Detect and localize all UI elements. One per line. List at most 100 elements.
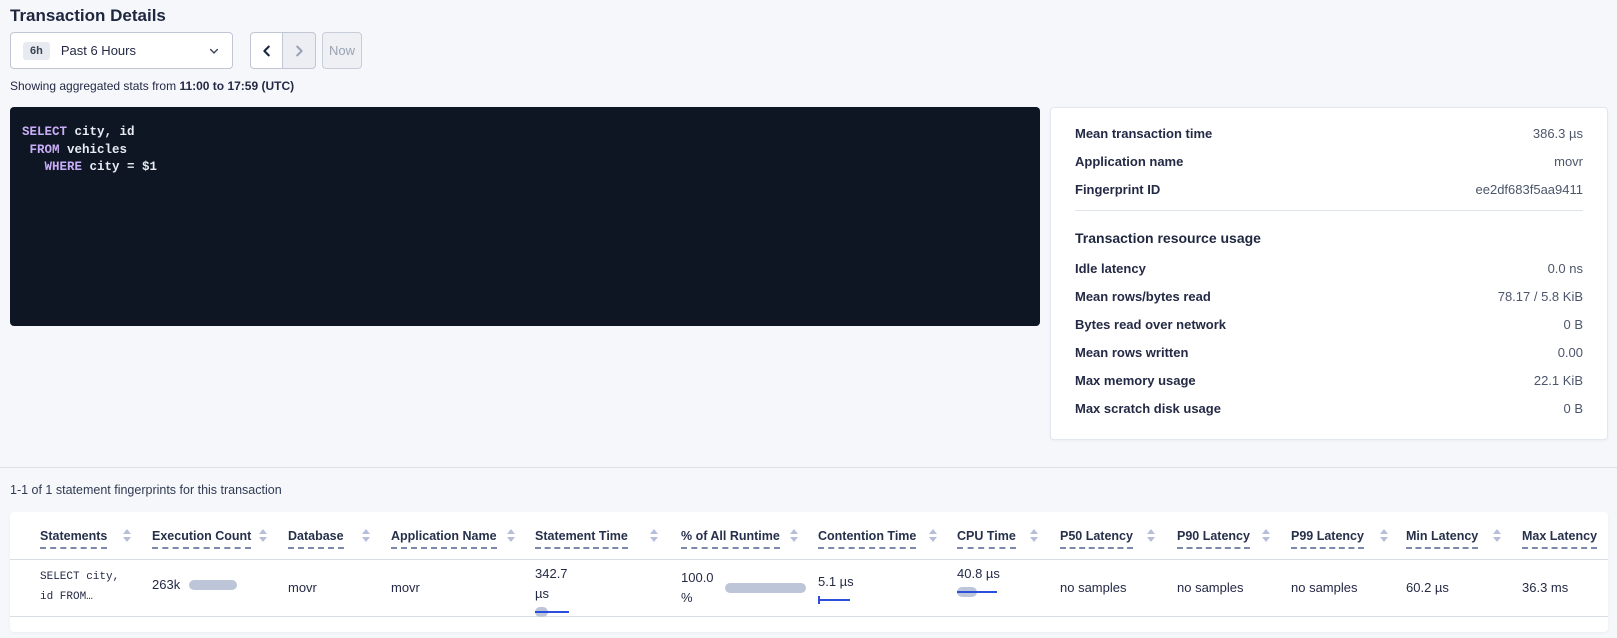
column-header-database[interactable]: Database	[288, 527, 344, 545]
column-header-statement_time[interactable]: Statement Time	[535, 527, 628, 545]
column-header-label: Min Latency	[1406, 529, 1478, 549]
now-button[interactable]: Now	[322, 32, 362, 69]
execution-count-value: 263k	[152, 575, 180, 595]
summary-value: movr	[1554, 154, 1583, 169]
next-interval-button[interactable]	[283, 32, 316, 69]
time-range-badge: 6h	[23, 42, 50, 60]
resource-value: 22.1 KiB	[1534, 373, 1583, 388]
sort-arrows-icon[interactable]	[1380, 529, 1389, 542]
table-header-row: Statements Execution Count Database Applica…	[10, 512, 1608, 560]
resource-label: Idle latency	[1075, 261, 1146, 276]
resource-value: 0 B	[1563, 317, 1583, 332]
cell-p50-latency: no samples	[1060, 580, 1126, 595]
sort-arrows-icon[interactable]	[259, 529, 268, 542]
transaction-details-page: Transaction Details 6h Past 6 Hours Now …	[0, 0, 1617, 638]
column-header-application_name[interactable]: Application Name	[391, 527, 497, 545]
column-header-min_latency[interactable]: Min Latency	[1406, 527, 1478, 545]
column-header-label: P99 Latency	[1291, 529, 1364, 549]
resource-row: Idle latency 0.0 ns	[1075, 261, 1583, 276]
sql-code: SELECT city, id FROM vehicles WHERE city…	[22, 124, 1028, 177]
column-header-cpu_time[interactable]: CPU Time	[957, 527, 1016, 545]
resource-row: Max memory usage 22.1 KiB	[1075, 373, 1583, 388]
table-row[interactable]: SELECT city, id FROM… 263k movr movr 342…	[10, 560, 1608, 617]
resource-label: Max scratch disk usage	[1075, 401, 1221, 416]
page-title: Transaction Details	[10, 6, 166, 26]
column-header-p99_latency[interactable]: P99 Latency	[1291, 527, 1364, 545]
sql-line: FROM vehicles	[22, 142, 1028, 160]
summary-row: Mean transaction time 386.3 µs	[1075, 126, 1583, 141]
column-header-label: Statements	[40, 529, 107, 549]
summary-value: ee2df683f5aa9411	[1476, 182, 1583, 197]
sort-arrows-icon[interactable]	[362, 529, 371, 542]
resource-value: 78.17 / 5.8 KiB	[1498, 289, 1583, 304]
column-header-label: Statement Time	[535, 529, 628, 549]
column-header-p50_latency[interactable]: P50 Latency	[1060, 527, 1133, 545]
column-header-label: Database	[288, 529, 344, 549]
bar-blue	[957, 591, 997, 593]
resource-row: Bytes read over network 0 B	[1075, 317, 1583, 332]
column-header-statements[interactable]: Statements	[40, 527, 107, 545]
sort-arrows-icon[interactable]	[1262, 529, 1271, 542]
statement-time-bar	[535, 607, 579, 617]
bar-blue	[535, 611, 569, 613]
sort-arrows-icon[interactable]	[1147, 529, 1156, 542]
statements-table: Statements Execution Count Database Applica…	[10, 512, 1608, 632]
summary-label: Application name	[1075, 154, 1183, 169]
section-divider	[0, 467, 1617, 468]
cell-contention-time: 5.1 µs	[818, 572, 854, 605]
column-header-label: Contention Time	[818, 529, 916, 549]
resource-value: 0.00	[1558, 345, 1583, 360]
cell-pct-runtime: 100.0 %	[681, 568, 806, 608]
sql-statement-box: SELECT city, id FROM vehicles WHERE city…	[10, 107, 1040, 326]
execution-count-bar	[189, 580, 237, 590]
column-header-label: CPU Time	[957, 529, 1016, 549]
sort-arrows-icon[interactable]	[1030, 529, 1039, 542]
resource-value: 0.0 ns	[1548, 261, 1583, 276]
pct-runtime-bar	[725, 583, 806, 593]
column-header-label: Max Latency	[1522, 529, 1597, 549]
cell-application-name: movr	[391, 580, 420, 595]
resource-value: 0 B	[1563, 401, 1583, 416]
column-header-execution_count[interactable]: Execution Count	[152, 527, 251, 545]
column-header-label: P50 Latency	[1060, 529, 1133, 549]
summary-value: 386.3 µs	[1533, 126, 1583, 141]
cell-p90-latency: no samples	[1177, 580, 1243, 595]
column-header-p90_latency[interactable]: P90 Latency	[1177, 527, 1250, 545]
sort-arrows-icon[interactable]	[507, 529, 516, 542]
statement-time-value: 342.7 µs	[535, 566, 568, 601]
cell-execution-count: 263k	[152, 575, 237, 595]
resource-row: Mean rows written 0.00	[1075, 345, 1583, 360]
cell-statement-time: 342.7 µs	[535, 564, 579, 617]
chevron-down-icon	[208, 45, 220, 57]
resource-usage-heading: Transaction resource usage	[1075, 230, 1583, 246]
cpu-time-bar	[957, 587, 1001, 597]
resource-label: Mean rows/bytes read	[1075, 289, 1211, 304]
aggregated-stats-text: Showing aggregated stats from 11:00 to 1…	[10, 79, 294, 93]
column-header-label: Execution Count	[152, 529, 251, 549]
sort-arrows-icon[interactable]	[123, 529, 132, 542]
column-header-max_latency[interactable]: Max Latency	[1522, 527, 1597, 545]
summary-row: Fingerprint ID ee2df683f5aa9411	[1075, 182, 1583, 197]
resource-row: Mean rows/bytes read 78.17 / 5.8 KiB	[1075, 289, 1583, 304]
bar-blue	[818, 599, 850, 601]
summary-label: Mean transaction time	[1075, 126, 1212, 141]
contention-time-bar	[818, 595, 854, 605]
sql-line: WHERE city = $1	[22, 159, 1028, 177]
time-nav-group	[250, 32, 316, 69]
pct-runtime-value: 100.0 %	[681, 568, 725, 608]
sort-arrows-icon[interactable]	[929, 529, 938, 542]
sort-arrows-icon[interactable]	[790, 529, 799, 542]
cell-database: movr	[288, 580, 317, 595]
sort-arrows-icon[interactable]	[1493, 529, 1502, 542]
column-header-contention_time[interactable]: Contention Time	[818, 527, 916, 545]
column-header-label: Application Name	[391, 529, 497, 549]
statement-line: id FROM…	[40, 591, 93, 603]
summary-label: Fingerprint ID	[1075, 182, 1160, 197]
time-range-dropdown[interactable]: 6h Past 6 Hours	[10, 32, 233, 69]
sort-arrows-icon[interactable]	[650, 529, 659, 542]
cell-statement[interactable]: SELECT city, id FROM…	[40, 567, 119, 607]
column-header-label: % of All Runtime	[681, 529, 780, 549]
previous-interval-button[interactable]	[250, 32, 283, 69]
summary-divider	[1075, 210, 1583, 211]
column-header-pct_runtime[interactable]: % of All Runtime	[681, 527, 780, 545]
